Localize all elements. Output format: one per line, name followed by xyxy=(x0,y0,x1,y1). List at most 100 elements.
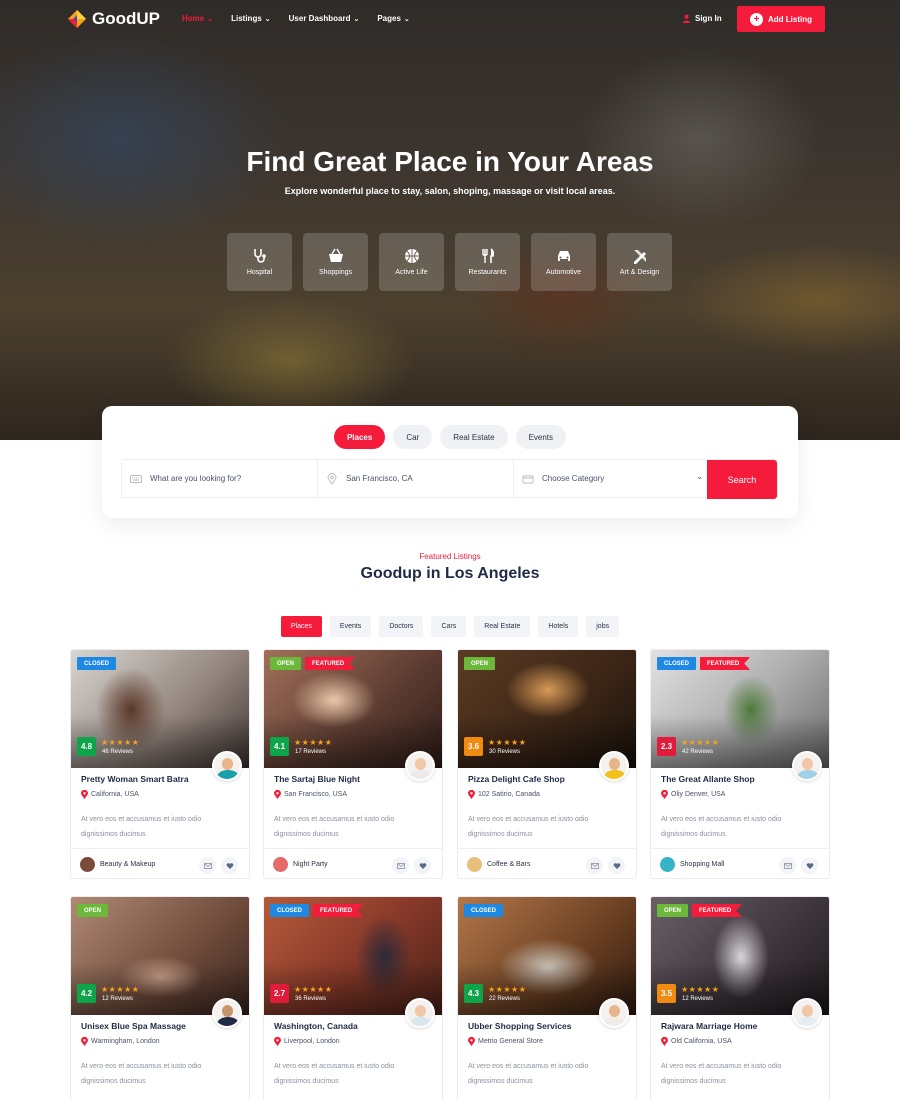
search-tab-places[interactable]: Places xyxy=(333,425,386,449)
chevron-down-icon: ⌄ xyxy=(207,15,214,23)
category-art-design[interactable]: Art & Design xyxy=(607,233,672,291)
category-restaurants[interactable]: Restaurants xyxy=(455,233,520,291)
filter-tab-places[interactable]: Places xyxy=(280,616,322,637)
avatar-head xyxy=(222,758,233,770)
category-label: Shoppings xyxy=(318,269,353,276)
nav-item-home[interactable]: Home ⌄ xyxy=(182,14,213,23)
nav-item-pages[interactable]: Pages ⌄ xyxy=(377,14,409,23)
location-text: 102 Satirio, Canada xyxy=(478,791,540,798)
listing-category[interactable]: Beauty & Makeup xyxy=(80,857,155,872)
listing-title[interactable]: Pizza Delight Cafe Shop xyxy=(468,774,565,784)
avatar-head xyxy=(222,1005,233,1017)
message-button[interactable] xyxy=(392,857,409,874)
listing-category[interactable]: Shopping Mall xyxy=(660,857,724,872)
search-tab-real-estate[interactable]: Real Estate xyxy=(440,425,508,449)
category-active-life[interactable]: Active Life xyxy=(379,233,444,291)
filter-tab-real-estate[interactable]: Real Estate xyxy=(474,616,531,637)
map-pin-icon xyxy=(661,1037,668,1046)
favorite-button[interactable] xyxy=(608,857,625,874)
keyword-field[interactable]: What are you looking for? xyxy=(122,460,318,497)
listing-card[interactable]: Open 3.6 ★★★★★ 30 Reviews Pizza Delight … xyxy=(457,649,637,879)
avatar[interactable] xyxy=(599,751,629,781)
avatar-body xyxy=(410,1017,432,1026)
listing-card[interactable]: Closed 4.3 ★★★★★ 22 Reviews Ubber Shoppi… xyxy=(457,896,637,1100)
listing-description: At vero eos et accusamus et iusto odio d… xyxy=(81,816,202,838)
chevron-down-icon: ⌄ xyxy=(264,15,271,23)
listing-category[interactable]: Coffee & Bars xyxy=(467,857,530,872)
map-pin-icon xyxy=(81,790,88,799)
avatar[interactable] xyxy=(212,998,242,1028)
search-tab-events[interactable]: Events xyxy=(515,425,567,449)
category-label: Restaurants xyxy=(468,269,507,276)
favorite-button[interactable] xyxy=(221,857,238,874)
nav-item-listings[interactable]: Listings ⌄ xyxy=(231,14,271,23)
listing-title[interactable]: Pretty Woman Smart Batra xyxy=(81,774,189,784)
listing-title[interactable]: Washington, Canada xyxy=(274,1021,358,1031)
filter-tab-doctors[interactable]: Doctors xyxy=(379,616,424,637)
badge-group: Open xyxy=(77,904,109,917)
favorite-button[interactable] xyxy=(414,857,431,874)
category-hospital[interactable]: Hospital xyxy=(227,233,292,291)
location-field[interactable]: San Francisco, CA xyxy=(318,460,514,497)
listing-card[interactable]: Closed Featured 2.7 ★★★★★ 36 Reviews Wash… xyxy=(263,896,443,1100)
rating-badge: 3.5 xyxy=(657,984,676,1003)
listing-card[interactable]: Open Featured 3.5 ★★★★★ 12 Reviews Rajwar… xyxy=(650,896,830,1100)
rating-badge: 4.2 xyxy=(77,984,96,1003)
message-button[interactable] xyxy=(586,857,603,874)
listing-title[interactable]: Ubber Shopping Services xyxy=(468,1021,571,1031)
review-count: 30 Reviews xyxy=(489,749,521,755)
listing-card[interactable]: Closed Featured 2.3 ★★★★★ 42 Reviews The … xyxy=(650,649,830,879)
badge-group: Closed Featured xyxy=(657,657,751,670)
heart-icon xyxy=(226,862,233,869)
category-label: Hospital xyxy=(246,269,273,276)
filter-tab-cars[interactable]: Cars xyxy=(431,616,467,637)
listing-title[interactable]: Unisex Blue Spa Massage xyxy=(81,1021,186,1031)
avatar[interactable] xyxy=(792,751,822,781)
logo[interactable]: GoodUP xyxy=(66,8,160,30)
rating-badge: 4.3 xyxy=(464,984,483,1003)
featured-badge: Featured xyxy=(692,904,743,917)
favorite-button[interactable] xyxy=(801,857,818,874)
filter-tab-hotels[interactable]: Hotels xyxy=(538,616,579,637)
avatar[interactable] xyxy=(599,998,629,1028)
category-shoppings[interactable]: Shoppings xyxy=(303,233,368,291)
category-label: Coffee & Bars xyxy=(487,861,531,868)
listing-description: At vero eos et accusamus et iusto odio d… xyxy=(661,816,782,838)
listing-card[interactable]: Open 4.2 ★★★★★ 12 Reviews Unisex Blue Sp… xyxy=(70,896,250,1100)
location-text: Warmingham, London xyxy=(91,1038,160,1045)
listing-title[interactable]: The Sartaj Blue Night xyxy=(274,774,360,784)
category-automotive[interactable]: Automotive xyxy=(531,233,596,291)
mail-icon xyxy=(396,862,405,869)
listing-title[interactable]: Rajwara Marriage Home xyxy=(661,1021,757,1031)
add-listing-button[interactable]: + Add Listing xyxy=(737,6,825,32)
review-count: 17 Reviews xyxy=(295,749,327,755)
mail-icon xyxy=(783,862,792,869)
message-button[interactable] xyxy=(779,857,796,874)
listing-location: Warmingham, London xyxy=(81,1037,160,1046)
category-icon xyxy=(273,857,288,872)
avatar-head xyxy=(802,1005,813,1017)
listing-location: Liverpool, London xyxy=(274,1037,340,1046)
listing-card[interactable]: Closed 4.8 ★★★★★ 46 Reviews Pretty Woman… xyxy=(70,649,250,879)
listing-title[interactable]: The Great Allante Shop xyxy=(661,774,755,784)
rating-badge: 4.8 xyxy=(77,737,96,756)
search-button[interactable]: Search xyxy=(707,460,777,499)
sign-in-link[interactable]: Sign In xyxy=(682,14,722,23)
avatar[interactable] xyxy=(405,998,435,1028)
filter-tab-events[interactable]: Events xyxy=(329,616,372,637)
category-select[interactable]: Choose Category ⌄ xyxy=(514,460,709,497)
message-button[interactable] xyxy=(199,857,216,874)
avatar[interactable] xyxy=(405,751,435,781)
avatar[interactable] xyxy=(792,998,822,1028)
avatar-head xyxy=(609,758,620,770)
avatar[interactable] xyxy=(212,751,242,781)
listing-card[interactable]: Open Featured 4.1 ★★★★★ 17 Reviews The Sa… xyxy=(263,649,443,879)
brand-name: GoodUP xyxy=(92,9,160,28)
chevron-down-icon: ⌄ xyxy=(696,472,703,481)
search-tab-car[interactable]: Car xyxy=(393,425,433,449)
filter-tab-jobs[interactable]: jobs xyxy=(586,616,620,637)
listing-category[interactable]: Night Party xyxy=(273,857,328,872)
status-badge: Open xyxy=(464,657,496,670)
avatar-head xyxy=(609,1005,620,1017)
nav-item-user-dashboard[interactable]: User Dashboard ⌄ xyxy=(289,14,360,23)
